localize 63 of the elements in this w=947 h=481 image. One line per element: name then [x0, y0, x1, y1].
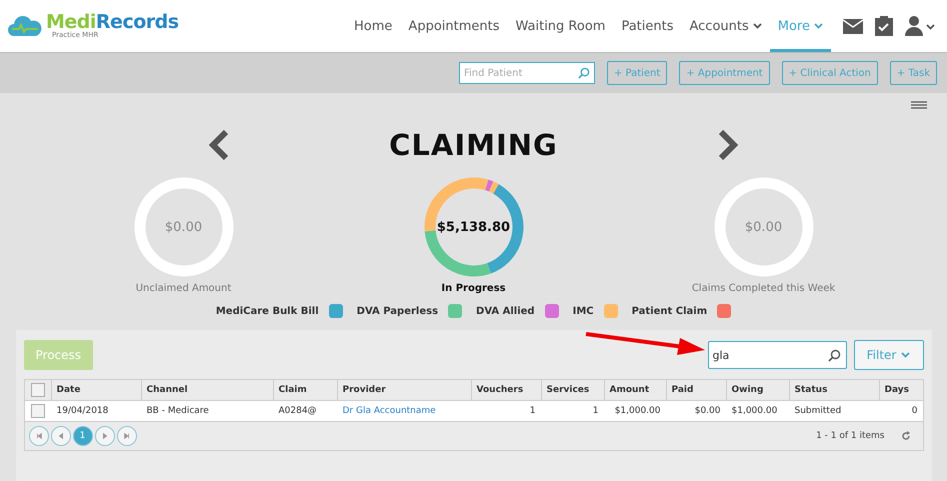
- skip-forward-icon: [122, 431, 130, 441]
- summary-amount: $5,138.80: [436, 220, 510, 234]
- page-title: CLAIMING: [389, 128, 558, 162]
- last-page-button[interactable]: [116, 426, 136, 446]
- summary-label: In Progress: [441, 283, 506, 294]
- table-cell-text: 1: [592, 405, 600, 418]
- summary-label: Claims Completed this Week: [692, 283, 836, 294]
- next-page-button[interactable]: [94, 426, 114, 446]
- nav-item[interactable]: Waiting Room: [508, 0, 614, 52]
- cloud-logo-icon: [8, 14, 42, 38]
- summary-amount: $0.00: [164, 220, 202, 234]
- table-cell-text: 19/04/2018: [56, 405, 110, 418]
- column-header[interactable]: Amount: [604, 380, 666, 400]
- chevron-left-icon[interactable]: [209, 129, 230, 161]
- clipboard-check-icon[interactable]: [875, 16, 893, 36]
- refresh-icon[interactable]: [900, 431, 910, 441]
- triangle-right-icon: [100, 431, 108, 441]
- pager-summary: 1 - 1 of 1 items: [816, 431, 884, 441]
- nav-item[interactable]: Accounts: [682, 0, 770, 52]
- chevron-right-icon[interactable]: [718, 129, 738, 161]
- checkbox[interactable]: [30, 383, 44, 397]
- legend-label: IMC: [572, 306, 594, 316]
- search-field[interactable]: gla: [708, 341, 846, 369]
- triangle-left-icon: [56, 431, 64, 441]
- table-cell-text: A0284@: [278, 405, 318, 418]
- user-menu-icon[interactable]: [905, 16, 935, 36]
- find-patient-field[interactable]: Find Patient: [458, 62, 595, 84]
- column-header[interactable]: Vouchers: [470, 380, 540, 400]
- column-header[interactable]: Channel: [140, 380, 272, 400]
- mail-icon[interactable]: [843, 18, 863, 34]
- nav-item[interactable]: Appointments: [400, 0, 508, 52]
- legend-label: MediCare Bulk Bill: [216, 306, 319, 316]
- column-header[interactable]: Paid: [666, 380, 726, 400]
- column-header[interactable]: Owing: [726, 380, 788, 400]
- column-header[interactable]: Status: [788, 380, 878, 400]
- brand-name: MediRecords: [46, 13, 179, 32]
- column-header[interactable]: Date: [50, 380, 140, 400]
- table-cell-text: Submitted: [794, 405, 842, 418]
- search-icon[interactable]: [828, 349, 840, 362]
- chevron-down-icon: [901, 352, 910, 358]
- nav-item[interactable]: Patients: [613, 0, 682, 52]
- first-page-button[interactable]: [28, 426, 48, 446]
- column-header[interactable]: Provider: [336, 380, 470, 400]
- table-cell-text: 0: [910, 405, 918, 418]
- previous-page-button[interactable]: [50, 426, 70, 446]
- column-header[interactable]: Days: [878, 380, 922, 400]
- summary-amount: $0.00: [744, 220, 782, 234]
- skip-back-icon: [34, 431, 42, 441]
- checkbox[interactable]: [30, 404, 44, 418]
- table-cell-text: BB - Medicare: [146, 405, 210, 418]
- nav-item[interactable]: Home: [346, 0, 400, 52]
- menu-icon[interactable]: [911, 101, 927, 109]
- provider-link[interactable]: Dr Gla Accountname: [336, 401, 470, 421]
- legend-label: DVA Paperless: [356, 306, 438, 316]
- table-cell-text: 1: [528, 405, 536, 418]
- table-cell-text: $1,000.00: [614, 405, 662, 418]
- column-header[interactable]: Claim: [272, 380, 336, 400]
- legend-label: DVA Allied: [476, 306, 535, 316]
- column-header[interactable]: Services: [540, 380, 604, 400]
- table-cell-text: $0.00: [694, 405, 722, 418]
- table-cell-text: $1,000.00: [730, 405, 778, 418]
- legend-label: Patient Claim: [632, 306, 708, 316]
- summary-label: Unclaimed Amount: [136, 283, 232, 294]
